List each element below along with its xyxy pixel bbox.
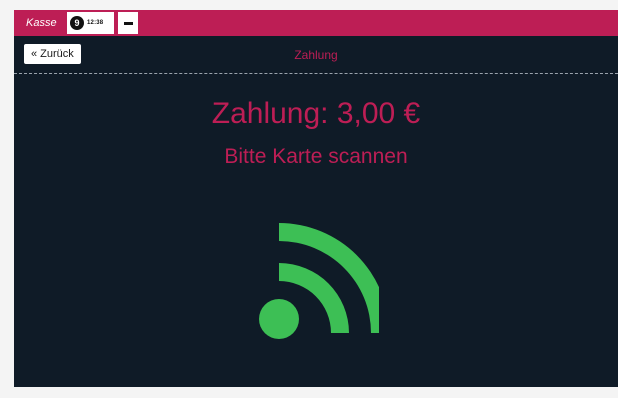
app-window: Kasse 9 12:38 « Zurück Zahlung Zahlung: … [14, 10, 618, 387]
payment-amount: Zahlung: 3,00 € [211, 97, 421, 130]
clock-text: 12:38 [87, 20, 104, 26]
page-header: « Zurück Zahlung [14, 36, 618, 74]
minimize-button[interactable] [118, 12, 138, 34]
top-bar: Kasse 9 12:38 [14, 10, 618, 36]
count-badge: 9 [70, 16, 84, 30]
nfc-dot [259, 299, 299, 339]
scan-instruction: Bitte Karte scannen [224, 145, 408, 168]
app-title: Kasse [26, 17, 57, 29]
minus-icon [124, 22, 133, 25]
page-title: Zahlung [294, 48, 338, 62]
nfc-signal-icon [259, 223, 379, 339]
status-indicator[interactable]: 9 12:38 [67, 12, 114, 34]
